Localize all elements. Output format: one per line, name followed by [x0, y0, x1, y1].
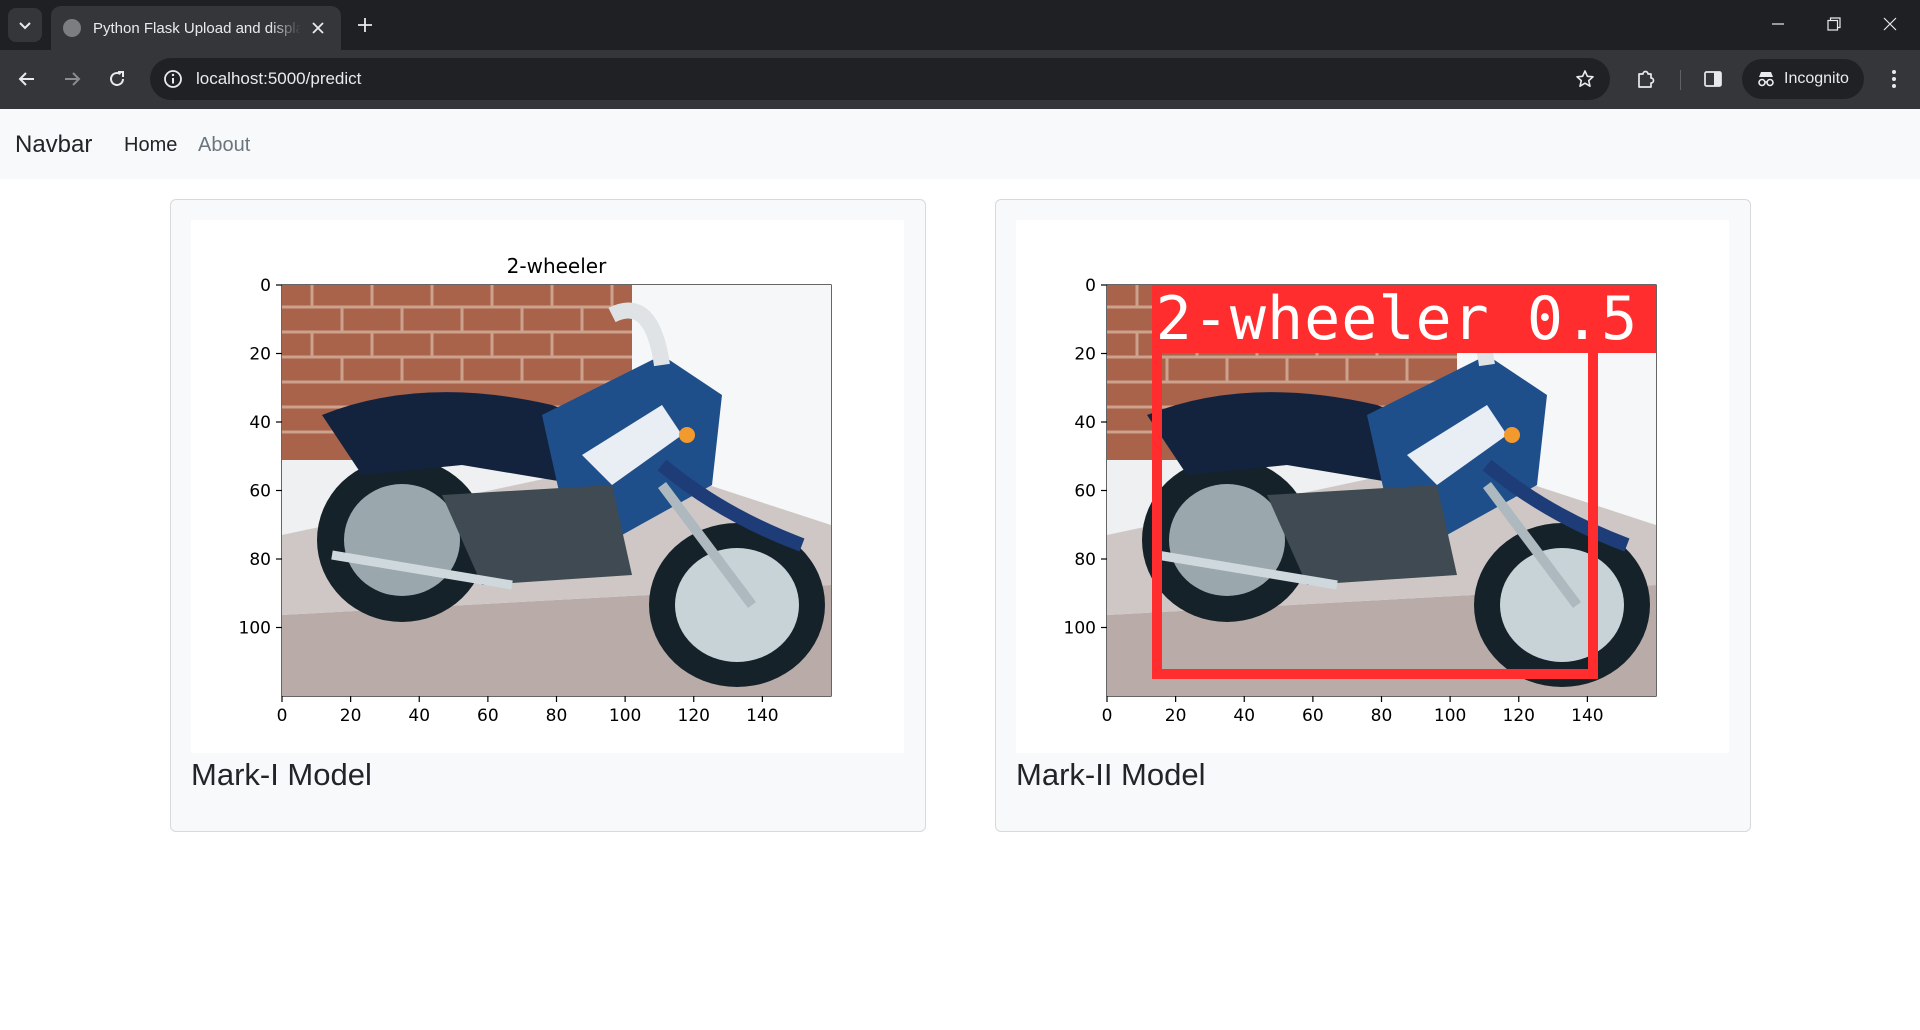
tab-close-button[interactable] [307, 17, 329, 39]
x-tick-label: 140 [1571, 706, 1603, 726]
x-tick-label: 80 [546, 706, 568, 726]
x-tick-label: 60 [477, 706, 499, 726]
y-tick-label: 60 [1074, 482, 1096, 502]
more-vert-icon [1892, 70, 1896, 88]
y-tick-label: 80 [1074, 550, 1096, 570]
y-tick-label: 20 [249, 345, 271, 365]
navbar-brand[interactable]: Navbar [15, 131, 92, 159]
y-tick-label: 100 [239, 619, 271, 639]
y-tick-label: 100 [1064, 619, 1096, 639]
x-tick-label: 100 [609, 706, 641, 726]
nav-link-home[interactable]: Home [124, 134, 177, 157]
incognito-indicator[interactable]: Incognito [1742, 59, 1864, 99]
url-text[interactable]: localhost:5000/predict [196, 69, 361, 89]
prediction-plot: 2-wheeler 0 20 40 60 80 100 120 140 0 20 40 60 80 100 [191, 220, 904, 753]
incognito-icon [1758, 72, 1774, 87]
motorcycle-image [282, 285, 831, 696]
close-window-button[interactable] [1862, 0, 1918, 48]
tab-search-button[interactable] [8, 8, 42, 42]
y-tick-label: 40 [1074, 413, 1096, 433]
restore-button[interactable] [1806, 0, 1862, 48]
prediction-plot: 0 20 40 60 80 100 120 140 0 20 40 60 80 100 [1016, 220, 1729, 753]
x-tick-label: 40 [1233, 706, 1255, 726]
nav-link-about[interactable]: About [198, 134, 250, 157]
page-viewport: Navbar Home About 2-wheeler 0 20 40 60 80 100 1… [0, 109, 1920, 1030]
restore-icon [1827, 17, 1841, 31]
info-icon[interactable] [160, 66, 186, 92]
incognito-label: Incognito [1784, 70, 1849, 87]
arrow-left-icon [18, 72, 34, 86]
address-bar[interactable]: localhost:5000/predict [150, 58, 1610, 100]
browser-menu-button[interactable] [1878, 63, 1910, 95]
card-caption: Mark-II Model [1016, 757, 1206, 792]
x-tick-label: 80 [1371, 706, 1393, 726]
close-icon [1883, 17, 1897, 31]
motorcycle-image: 2-wheeler 0.5 [1107, 285, 1656, 696]
minimize-button[interactable] [1750, 0, 1806, 48]
x-tick-label: 140 [746, 706, 778, 726]
side-panel-button[interactable] [1697, 63, 1729, 95]
model-card-mark-ii: 0 20 40 60 80 100 120 140 0 20 40 60 80 100 [995, 199, 1751, 832]
chevron-down-icon [19, 22, 31, 30]
x-tick-label: 120 [1503, 706, 1535, 726]
x-tick-label: 100 [1434, 706, 1466, 726]
browser-tab-strip: Python Flask Upload and display image [0, 0, 1920, 50]
side-panel-icon [1704, 71, 1722, 87]
globe-icon [63, 19, 81, 37]
extensions-button[interactable] [1630, 63, 1662, 95]
y-tick-label: 0 [1085, 276, 1096, 296]
plot-title: 2-wheeler [507, 254, 607, 278]
model-card-mark-i: 2-wheeler 0 20 40 60 80 100 120 140 0 20 40 60 80 100 [170, 199, 926, 832]
x-tick-label: 20 [340, 706, 362, 726]
x-tick-label: 120 [678, 706, 710, 726]
reload-icon [110, 71, 124, 86]
x-tick-label: 0 [277, 706, 288, 726]
x-tick-label: 60 [1302, 706, 1324, 726]
y-tick-label: 40 [249, 413, 271, 433]
y-tick-label: 20 [1074, 345, 1096, 365]
forward-button[interactable] [56, 63, 88, 95]
x-tick-label: 0 [1102, 706, 1113, 726]
reload-button[interactable] [101, 63, 133, 95]
new-tab-button[interactable] [350, 10, 380, 40]
minimize-icon [1772, 23, 1784, 25]
site-navbar: Navbar Home About [0, 109, 1920, 179]
y-tick-label: 80 [249, 550, 271, 570]
arrow-right-icon [65, 72, 81, 86]
y-tick-label: 0 [260, 276, 271, 296]
puzzle-icon [1638, 70, 1655, 88]
bookmark-star-icon[interactable] [1572, 66, 1598, 92]
plus-icon [358, 18, 372, 32]
x-tick-label: 40 [408, 706, 430, 726]
card-caption: Mark-I Model [191, 757, 372, 792]
browser-tab[interactable]: Python Flask Upload and display image [51, 6, 341, 50]
y-tick-label: 60 [249, 482, 271, 502]
x-tick-label: 20 [1165, 706, 1187, 726]
toolbar-divider [1680, 70, 1681, 90]
browser-toolbar: localhost:5000/predict Incognito [0, 50, 1920, 109]
tab-title: Python Flask Upload and display image [93, 19, 301, 37]
back-button[interactable] [11, 63, 43, 95]
detection-label: 2-wheeler 0.5 [1151, 285, 1656, 353]
close-icon [312, 22, 324, 34]
